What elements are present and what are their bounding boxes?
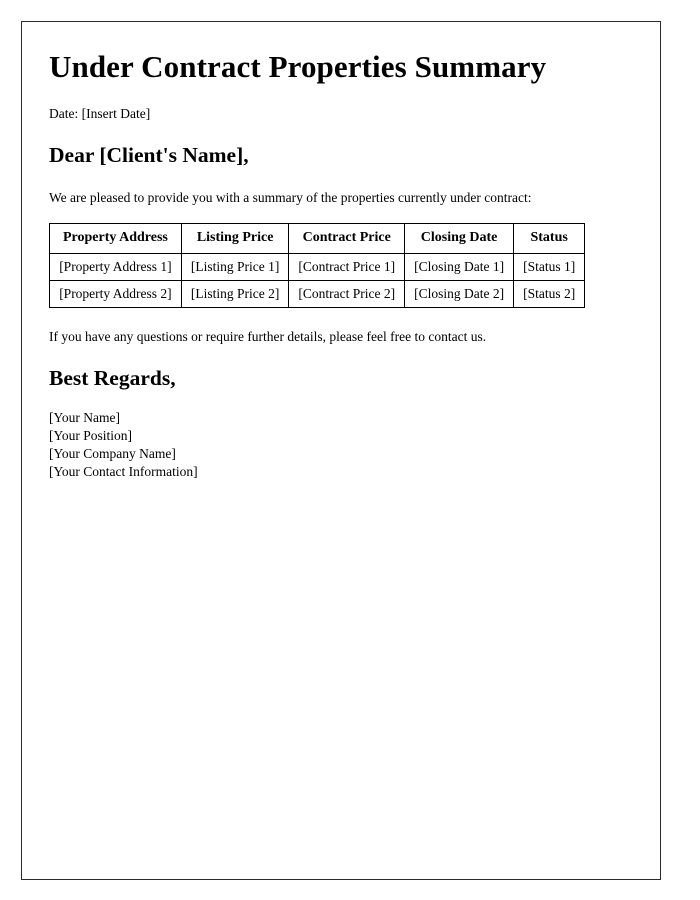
- column-header-property-address: Property Address: [49, 223, 182, 254]
- signature-position: [Your Position]: [49, 428, 133, 443]
- table-body: [Property Address 1] [Listing Price 1] […: [49, 253, 586, 308]
- contact-paragraph: If you have any questions or require fur…: [49, 329, 487, 344]
- cell-contract-price: [Contract Price 1]: [288, 253, 406, 281]
- column-header-contract-price: Contract Price: [288, 223, 406, 254]
- column-header-status: Status: [513, 223, 586, 254]
- table-row: [Property Address 1] [Listing Price 1] […: [49, 253, 586, 281]
- page-title: Under Contract Properties Summary: [49, 49, 547, 84]
- document-page: Under Contract Properties Summary Date: …: [21, 21, 661, 880]
- date-line: Date: [Insert Date]: [49, 106, 151, 121]
- signature-contact: [Your Contact Information]: [49, 464, 198, 479]
- cell-listing-price: [Listing Price 1]: [180, 253, 290, 281]
- properties-summary-table: Property Address Listing Price Contract …: [49, 223, 586, 308]
- column-header-listing-price: Listing Price: [180, 223, 290, 254]
- table-row: [Property Address 2] [Listing Price 2] […: [49, 280, 586, 308]
- table-header-row: Property Address Listing Price Contract …: [49, 223, 586, 254]
- cell-property-address: [Property Address 2]: [49, 280, 182, 308]
- cell-closing-date: [Closing Date 1]: [404, 253, 515, 281]
- cell-status: [Status 1]: [513, 253, 586, 281]
- intro-paragraph: We are pleased to provide you with a sum…: [49, 190, 532, 205]
- cell-property-address: [Property Address 1]: [49, 253, 182, 281]
- signoff-heading: Best Regards,: [49, 366, 176, 390]
- document-body: Under Contract Properties Summary Date: …: [22, 22, 660, 481]
- signature-name: [Your Name]: [49, 410, 120, 425]
- column-header-closing-date: Closing Date: [404, 223, 515, 254]
- signature-company: [Your Company Name]: [49, 446, 176, 461]
- cell-listing-price: [Listing Price 2]: [180, 280, 290, 308]
- signature-block: [Your Name] [Your Position] [Your Compan…: [49, 409, 634, 481]
- cell-contract-price: [Contract Price 2]: [288, 280, 406, 308]
- table-header: Property Address Listing Price Contract …: [49, 223, 586, 254]
- cell-status: [Status 2]: [513, 280, 586, 308]
- cell-closing-date: [Closing Date 2]: [404, 280, 515, 308]
- salutation-heading: Dear [Client's Name],: [49, 143, 249, 167]
